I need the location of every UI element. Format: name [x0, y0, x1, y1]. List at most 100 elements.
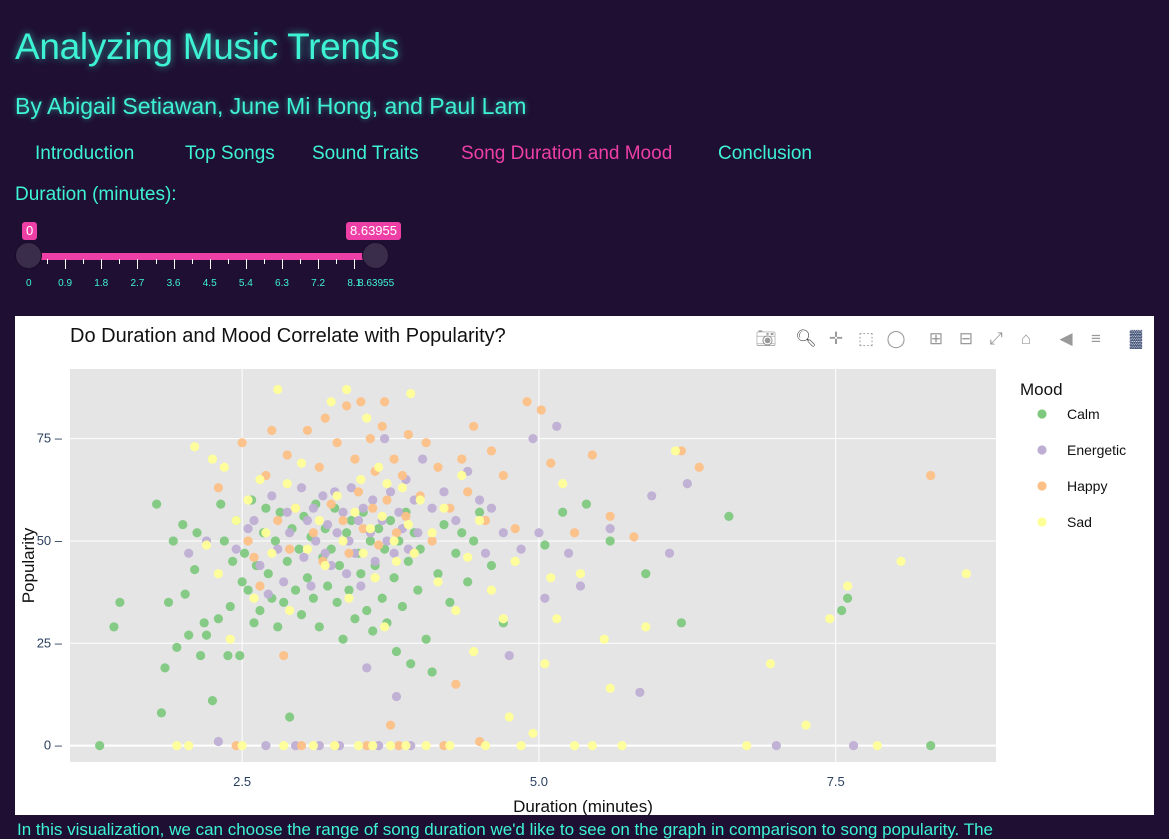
- spike-lines-icon[interactable]: ◀: [1055, 328, 1077, 350]
- zoom-icon[interactable]: 🔍︎: [795, 328, 817, 350]
- slider-tick: [282, 259, 284, 269]
- y-tick-label: 75 –: [37, 431, 63, 446]
- data-point-sad: [273, 384, 283, 395]
- box-select-icon[interactable]: ⬚: [855, 328, 877, 350]
- data-point-sad: [225, 634, 235, 644]
- data-point-sad: [308, 741, 318, 751]
- nav-item-introduction[interactable]: Introduction: [35, 143, 134, 165]
- slider-tick: [173, 259, 175, 269]
- data-point-calm: [350, 614, 360, 624]
- data-point-calm: [308, 593, 318, 603]
- plotly-logo-icon[interactable]: ▓: [1125, 328, 1147, 350]
- data-point-calm: [195, 650, 206, 661]
- data-point-happy: [302, 425, 313, 436]
- data-point-sad: [843, 581, 853, 591]
- data-point-calm: [190, 564, 200, 575]
- data-point-happy: [267, 425, 277, 436]
- data-point-happy: [427, 536, 437, 546]
- data-point-sad: [546, 573, 556, 583]
- data-point-sad: [356, 474, 366, 485]
- nav-item-sound-traits[interactable]: Sound Traits: [312, 143, 419, 165]
- data-point-sad: [326, 397, 336, 407]
- data-point-calm: [486, 560, 497, 571]
- data-point-calm: [263, 569, 273, 579]
- data-point-happy: [587, 450, 597, 460]
- data-point-energetic: [308, 503, 318, 513]
- data-point-calm: [279, 597, 289, 607]
- data-point-calm: [433, 569, 443, 579]
- data-point-sad: [362, 413, 372, 423]
- data-point-calm: [115, 597, 125, 607]
- data-point-sad: [350, 507, 360, 517]
- data-point-happy: [344, 548, 354, 558]
- data-point-energetic: [243, 524, 253, 534]
- reset-axes-icon[interactable]: ⌂: [1015, 328, 1037, 350]
- slider-tick: [101, 259, 103, 269]
- data-point-calm: [843, 593, 853, 603]
- data-point-energetic: [385, 487, 396, 497]
- nav-item-conclusion[interactable]: Conclusion: [718, 143, 812, 165]
- data-point-calm: [207, 695, 218, 706]
- autoscale-icon[interactable]: ⤢: [985, 328, 1007, 350]
- nav-item-top-songs[interactable]: Top Songs: [185, 143, 275, 165]
- pan-icon[interactable]: ✛: [825, 328, 847, 350]
- data-point-sad: [469, 646, 479, 657]
- slider-tick: [65, 259, 67, 269]
- duration-range-slider[interactable]: 0 8.63955 0 0.9 1.8 2.7 3.6 4.5 5.4 6.3 7.2 8.1 8.…: [0, 215, 420, 295]
- legend-title: Mood: [1020, 380, 1063, 399]
- legend-marker-energetic: [1037, 445, 1047, 455]
- zoom-in-icon[interactable]: ⊞: [925, 328, 947, 350]
- camera-icon[interactable]: 📷︎: [755, 328, 777, 350]
- legend-marker-sad: [1037, 517, 1047, 527]
- data-point-sad: [190, 442, 200, 452]
- data-point-energetic: [635, 687, 645, 698]
- data-point-happy: [486, 446, 497, 456]
- slider-min-handle[interactable]: [15, 242, 42, 269]
- compare-hover-icon[interactable]: ≡: [1085, 328, 1107, 350]
- nav-item-song-duration-and-mood[interactable]: Song Duration and Mood: [461, 143, 672, 165]
- data-point-energetic: [474, 495, 485, 505]
- legend-item-energetic: Energetic: [1067, 442, 1126, 458]
- data-point-energetic: [296, 483, 307, 493]
- x-tick-label: 2.5: [233, 774, 251, 789]
- data-point-calm: [926, 741, 936, 751]
- data-point-energetic: [255, 560, 265, 571]
- data-point-happy: [338, 515, 348, 526]
- data-point-sad: [569, 741, 580, 751]
- data-point-happy: [255, 581, 265, 591]
- data-point-calm: [235, 650, 245, 661]
- data-point-calm: [342, 528, 352, 538]
- slider-max-handle[interactable]: [362, 242, 389, 269]
- data-point-calm: [463, 577, 473, 587]
- data-point-happy: [380, 397, 390, 407]
- data-point-calm: [302, 573, 313, 583]
- data-point-happy: [243, 536, 253, 546]
- data-point-energetic: [318, 491, 328, 501]
- data-point-sad: [267, 548, 277, 558]
- data-point-calm: [558, 507, 568, 517]
- data-point-sad: [540, 659, 550, 669]
- data-point-sad: [403, 519, 413, 530]
- data-point-sad: [439, 503, 449, 513]
- data-point-calm: [270, 536, 280, 546]
- data-point-calm: [180, 589, 190, 599]
- zoom-out-icon[interactable]: ⊟: [955, 328, 977, 350]
- data-point-sad: [249, 593, 259, 603]
- data-point-happy: [342, 401, 352, 411]
- data-point-calm: [724, 511, 734, 521]
- data-point-happy: [237, 438, 247, 448]
- data-point-calm: [273, 622, 283, 632]
- data-point-calm: [641, 569, 651, 579]
- data-point-sad: [510, 556, 520, 567]
- data-point-calm: [332, 597, 342, 607]
- data-point-calm: [192, 528, 202, 538]
- lasso-icon[interactable]: ◯: [885, 328, 907, 350]
- data-point-happy: [403, 429, 413, 440]
- data-point-happy: [536, 405, 546, 415]
- data-point-sad: [261, 528, 271, 538]
- data-point-happy: [385, 720, 396, 730]
- data-point-sad: [219, 462, 229, 472]
- plot-modebar: 📷︎ 🔍︎ ✛ ⬚ ◯ ⊞ ⊟ ⤢ ⌂ ◀ ≡ ▓: [15, 328, 1154, 352]
- data-point-happy: [332, 438, 342, 448]
- scatter-chart[interactable]: 2.5 5.0 7.50 –25 –50 –75 –Do Duration and …: [15, 316, 1154, 815]
